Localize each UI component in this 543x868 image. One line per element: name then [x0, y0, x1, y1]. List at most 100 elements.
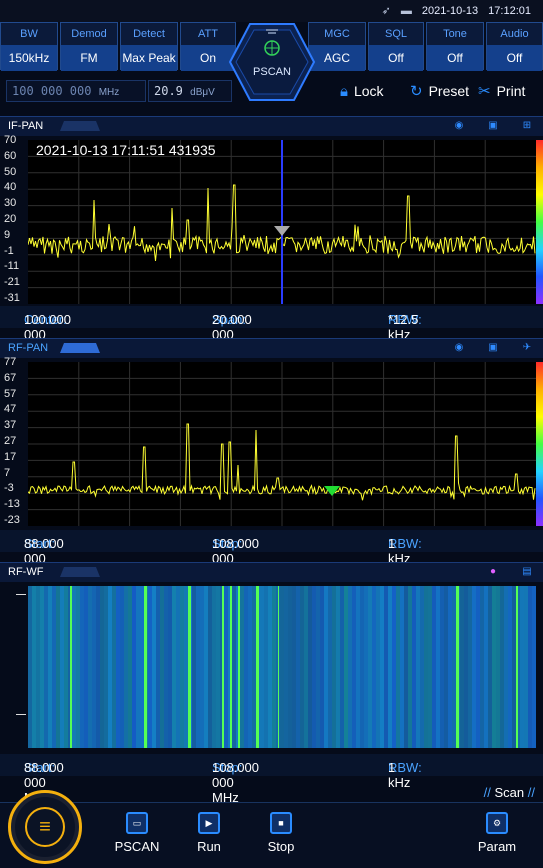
y-tick-label: 37: [4, 419, 17, 432]
waterfall-column: [452, 586, 456, 748]
param-bw[interactable]: BW 150kHz: [0, 22, 58, 71]
lock-icon[interactable]: ▣: [485, 119, 501, 133]
waterfall-column: [96, 586, 100, 748]
play-icon: ▶: [198, 812, 220, 834]
param-demod[interactable]: Demod FM: [60, 22, 118, 71]
rf-wf-waterfall: [28, 586, 536, 748]
lock-label: Lock: [353, 83, 384, 99]
param-header: MGC: [309, 23, 365, 45]
fullscreen-icon[interactable]: ⊞: [519, 119, 535, 133]
param-sql[interactable]: SQL Off: [368, 22, 424, 71]
rf-pan-plot[interactable]: [27, 362, 536, 526]
waterfall-column: [200, 586, 204, 748]
waterfall-column: [348, 586, 352, 748]
waterfall-column: [396, 586, 400, 748]
waterfall-column: [340, 586, 344, 748]
rf-wf-plot[interactable]: [28, 586, 536, 748]
waterfall-column: [504, 586, 508, 748]
param-mgc[interactable]: MGC AGC: [308, 22, 366, 71]
panel-tab-indicator: [60, 121, 100, 131]
param-header: Demod: [61, 23, 117, 45]
waterfall-column: [352, 586, 356, 748]
if-pan-plot[interactable]: 2021-10-13 17:11:51 431935: [27, 140, 536, 304]
main-menu-button[interactable]: ≡: [8, 790, 82, 864]
lock-icon[interactable]: ▣: [485, 341, 501, 355]
battery-icon: ▬: [400, 4, 412, 17]
rf-pan-icons: ◉ ▣ ✈: [451, 341, 535, 355]
waterfall-column: [280, 586, 284, 748]
panel-tab-indicator: [60, 567, 100, 577]
waterfall-signal: [256, 586, 259, 748]
frequency-value: 100 000 000: [12, 84, 92, 98]
waterfall-column: [488, 586, 492, 748]
color-palette-icon[interactable]: ●: [485, 565, 501, 579]
if-pan-colorbar: [536, 140, 543, 304]
waterfall-signal: [230, 586, 232, 748]
panel-tab-indicator: [60, 343, 100, 353]
waterfall-column: [468, 586, 472, 748]
waterfall-column: [132, 586, 136, 748]
y-tick-label: 57: [4, 387, 17, 400]
waterfall-column: [496, 586, 500, 748]
param-button[interactable]: ⚙ Param: [467, 812, 527, 854]
view-icon[interactable]: ◉: [451, 341, 467, 355]
waterfall-column: [264, 586, 268, 748]
slash-icon: //: [483, 785, 491, 800]
y-tick-label: 60: [4, 149, 17, 162]
marker-triangle[interactable]: [274, 226, 290, 236]
waterfall-column: [400, 586, 404, 748]
y-tick-label: 17: [4, 450, 17, 463]
calendar-icon[interactable]: ▤: [519, 565, 535, 579]
waterfall-column: [64, 586, 68, 748]
waterfall-column: [412, 586, 416, 748]
waterfall-column: [384, 586, 388, 748]
waterfall-column: [328, 586, 332, 748]
waterfall-signal: [222, 586, 224, 748]
waterfall-column: [408, 586, 412, 748]
rf-pan-title: RF-PAN: [8, 342, 49, 354]
waterfall-signal: [238, 586, 240, 748]
send-icon: ➶: [381, 5, 391, 17]
lock-button[interactable]: 🔒︎ Lock: [340, 81, 384, 101]
param-tone[interactable]: Tone Off: [426, 22, 484, 71]
waterfall-column: [48, 586, 52, 748]
rf-pan-info: Start:88.000 000 MHz Stop:108.000 000 MH…: [0, 530, 543, 581]
y-tick-label: -3: [4, 482, 14, 495]
view-icon[interactable]: ◉: [451, 119, 467, 133]
pscan-button[interactable]: ▭ PSCAN: [107, 812, 167, 854]
plane-icon[interactable]: ✈: [519, 341, 535, 355]
waterfall-column: [88, 586, 92, 748]
stop-button[interactable]: ■ Stop: [251, 812, 311, 854]
y-tick-label: -23: [4, 514, 20, 526]
waterfall-column: [108, 586, 112, 748]
waterfall-column: [60, 586, 64, 748]
waterfall-column: [172, 586, 176, 748]
waterfall-column: [392, 586, 396, 748]
rf-wf-title: RF-WF: [8, 566, 44, 578]
scissors-icon: ✂: [478, 83, 491, 100]
rf-wf-icons: ● ▤: [485, 565, 535, 579]
waterfall-column: [388, 586, 392, 748]
y-tick-label: 20: [4, 213, 17, 225]
waterfall-column: [444, 586, 448, 748]
if-pan-trace: [27, 140, 536, 304]
waterfall-column: [208, 586, 212, 748]
print-button[interactable]: ✂ Print: [478, 81, 525, 101]
waterfall-column: [184, 586, 188, 748]
run-label: Run: [197, 839, 221, 854]
waterfall-column: [152, 586, 156, 748]
run-button[interactable]: ▶ Run: [179, 812, 239, 854]
preset-button[interactable]: ↻ Preset: [410, 81, 469, 101]
waterfall-column: [304, 586, 308, 748]
frequency-input[interactable]: 100 000 000 MHz: [6, 80, 146, 102]
rf-wf-info: Start:88.000 000 MHz Stop:108.000 000 MH…: [0, 754, 543, 805]
waterfall-column: [520, 586, 524, 748]
waterfall-column: [140, 586, 144, 748]
param-header: ATT: [181, 23, 235, 45]
scan-tab[interactable]: // Scan //: [484, 785, 535, 800]
param-detect[interactable]: Detect Max Peak: [120, 22, 178, 71]
waterfall-column: [212, 586, 216, 748]
scan-tab-label: Scan: [494, 785, 525, 800]
waterfall-column: [260, 586, 264, 748]
param-audio[interactable]: Audio Off: [486, 22, 543, 71]
